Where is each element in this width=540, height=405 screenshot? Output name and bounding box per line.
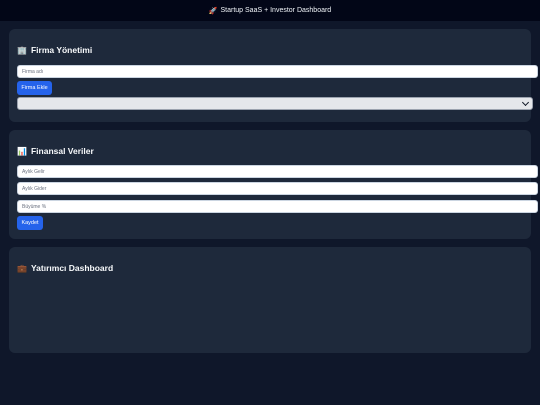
briefcase-icon: 💼 — [17, 263, 27, 273]
investor-dashboard-title: 💼 Yatırımcı Dashboard — [17, 263, 113, 273]
top-header: 🚀 Startup SaaS + Investor Dashboard — [0, 0, 540, 21]
monthly-expense-input[interactable] — [17, 182, 538, 195]
company-select[interactable] — [17, 97, 533, 110]
company-management-card: 🏢 Firma Yönetimi Firma Ekle — [9, 29, 538, 122]
chevron-down-icon — [521, 98, 530, 106]
company-management-heading: Firma Yönetimi — [30, 45, 93, 55]
investor-dashboard-heading: Yatırımcı Dashboard — [30, 263, 114, 273]
chart-icon: 📊 — [17, 146, 27, 156]
monthly-revenue-input[interactable] — [17, 165, 538, 178]
financial-data-card: 📊 Finansal Veriler Kaydet — [9, 130, 538, 239]
company-management-title: 🏢 Firma Yönetimi — [17, 45, 92, 55]
investor-dashboard-card: 💼 Yatırımcı Dashboard — [9, 247, 531, 353]
company-name-input[interactable] — [17, 65, 538, 78]
save-button[interactable]: Kaydet — [17, 216, 43, 230]
building-icon: 🏢 — [17, 45, 27, 55]
financial-data-heading: Finansal Veriler — [30, 146, 94, 156]
financial-data-title: 📊 Finansal Veriler — [17, 146, 94, 156]
rocket-icon: 🚀 — [208, 7, 218, 15]
growth-percent-input[interactable] — [17, 200, 538, 213]
app-title: Startup SaaS + Investor Dashboard — [220, 7, 332, 14]
add-company-button[interactable]: Firma Ekle — [17, 81, 52, 95]
